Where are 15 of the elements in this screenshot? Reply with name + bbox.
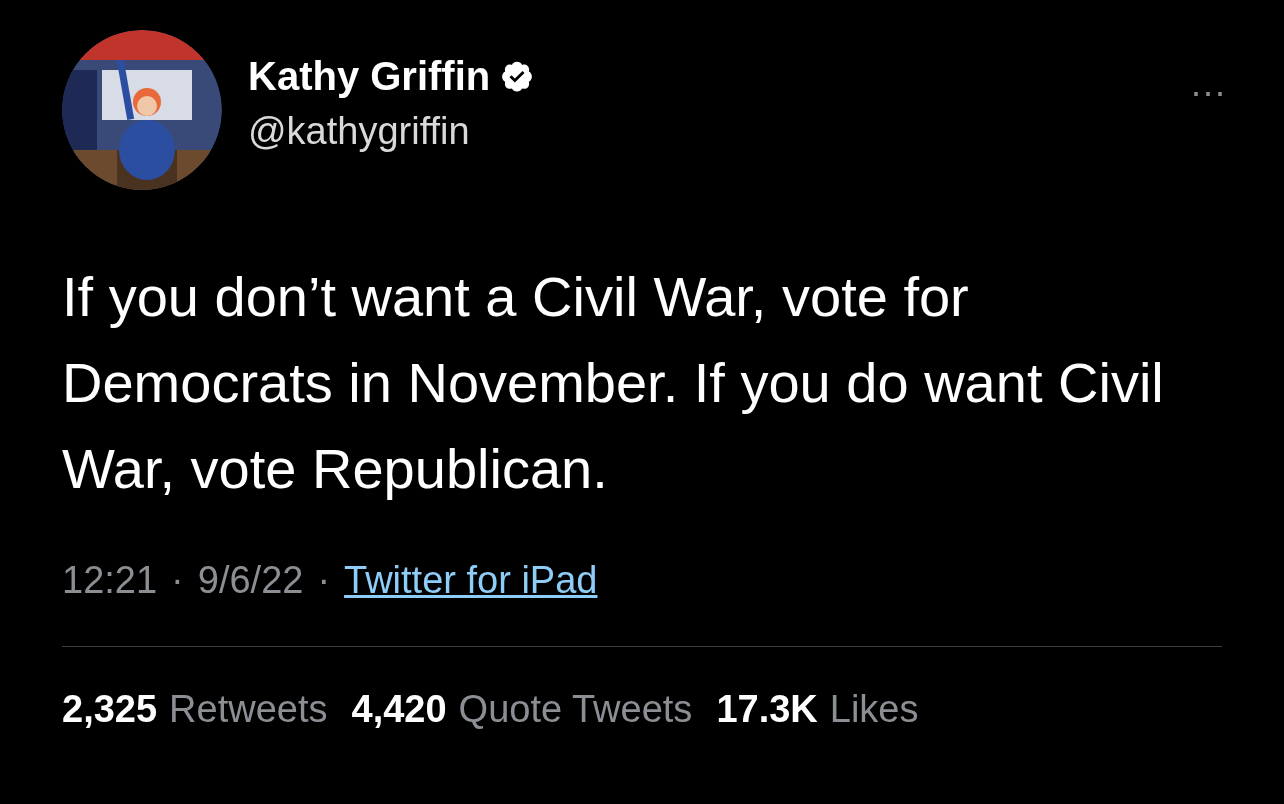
- tweet-time: 12:21: [62, 558, 158, 603]
- author-handle[interactable]: @kathygriffin: [248, 108, 535, 154]
- stat-label[interactable]: Retweets: [169, 685, 328, 733]
- separator-dot: ·: [171, 558, 184, 603]
- author-name[interactable]: Kathy Griffin: [248, 52, 491, 100]
- stat-count: 2,325: [62, 687, 158, 732]
- stat-label[interactable]: Quote Tweets: [458, 685, 693, 733]
- stat-count: 17.3K: [716, 687, 818, 732]
- stat-label[interactable]: Likes: [829, 685, 919, 733]
- source-link[interactable]: Twitter for iPad: [344, 556, 598, 604]
- tweet-text: If you don’t want a Civil War, vote for Democrats in November. If you do want Civil War, vote Republican.: [62, 264, 1165, 502]
- more-options-button[interactable]: ···: [1190, 74, 1226, 110]
- separator-dot: ·: [317, 558, 331, 603]
- tweet-date: 9/6/22: [197, 558, 304, 603]
- stat-count: 4,420: [351, 687, 447, 732]
